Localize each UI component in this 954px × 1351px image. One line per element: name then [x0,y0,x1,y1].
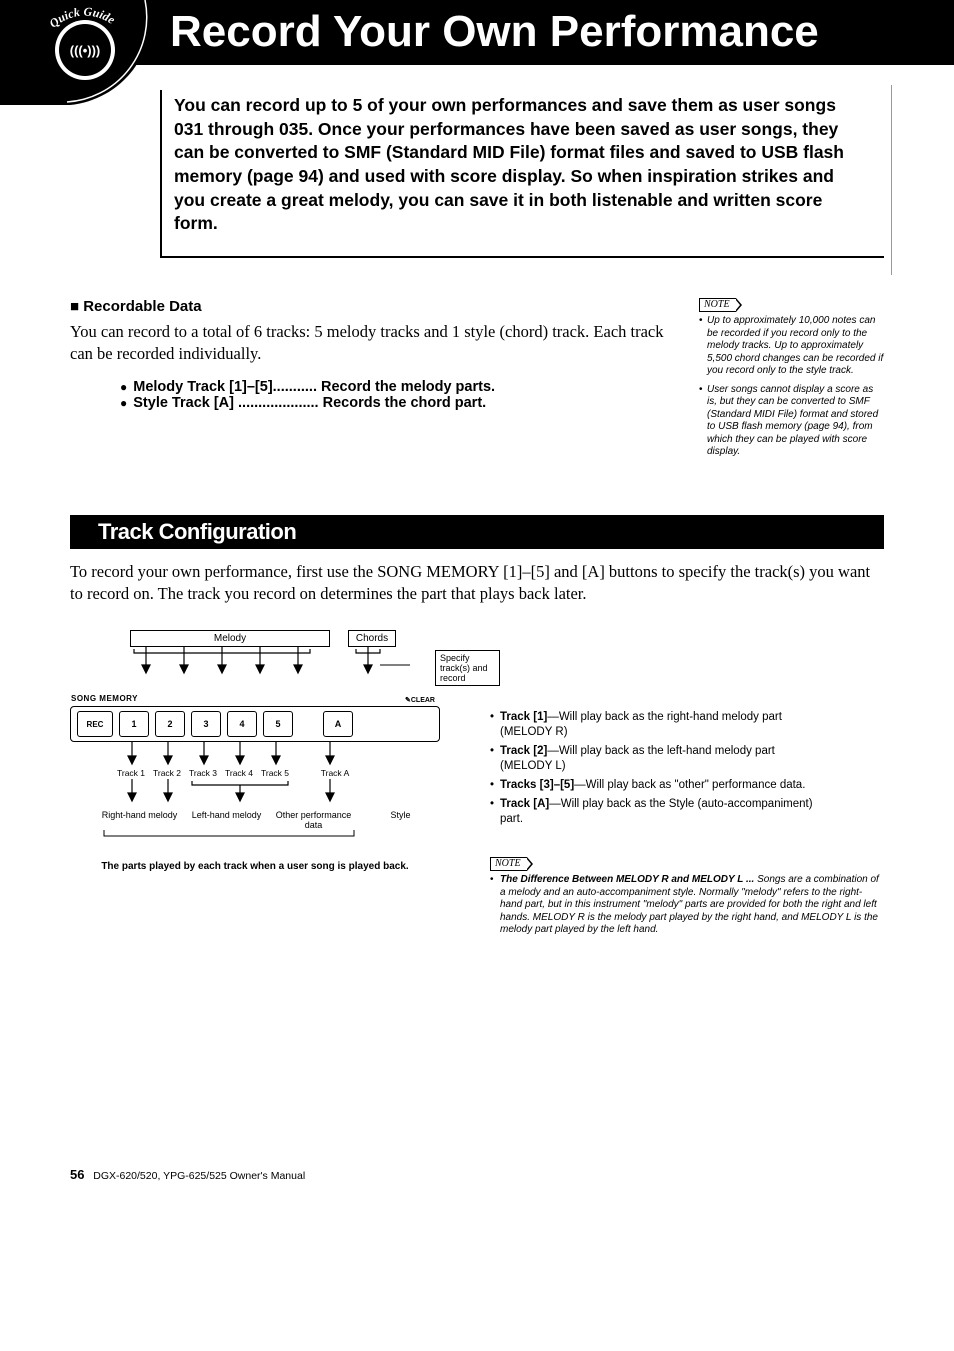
intro-text: You can record up to 5 of your own perfo… [174,94,864,236]
track-config-body: To record your own performance, first us… [70,561,884,606]
list-item: Tracks [3]–[5]—Will play back as "other"… [490,778,820,793]
list-item: Track [2]—Will play back as the left-han… [490,744,820,774]
note-item: User songs cannot display a score as is,… [707,384,884,459]
list-item: Track [A]—Will play back as the Style (a… [490,797,820,827]
style-track-line: Style Track [A] .................... Rec… [120,395,679,411]
button-panel: SONG MEMORY ✎CLEAR REC 1 2 3 4 5 A [70,706,440,742]
page-footer: 56 DGX-620/520, YPG-625/525 Owner's Manu… [70,1167,884,1182]
svg-text:(((•))): (((•))) [70,43,101,58]
track-label: Track 2 [152,769,182,778]
rec-button: REC [77,711,113,737]
diagram-caption: The parts played by each track when a us… [70,861,440,872]
manual-name: DGX-620/520, YPG-625/525 Owner's Manual [93,1170,305,1182]
button-a: A [323,711,353,737]
track-descriptions: Track [1]—Will play back as the right-ha… [490,710,820,827]
track-label: Track 4 [224,769,254,778]
track-label: Track 5 [260,769,290,778]
button-2: 2 [155,711,185,737]
page-number: 56 [70,1167,84,1182]
bottom-label: Style [361,810,440,830]
note-item: Up to approximately 10,000 notes can be … [707,315,884,378]
note2-title: The Difference Between MELODY R and MELO… [500,874,754,885]
track-diagram: Melody Chords Specify track(s) and recor… [70,630,440,871]
bottom-label: Left-hand melody [187,810,266,830]
intro-box: You can record up to 5 of your own perfo… [160,90,884,258]
clear-label: ✎CLEAR [405,696,435,704]
note-box-2: NOTE The Difference Between MELODY R and… [490,857,884,937]
track-label: Track 1 [116,769,146,778]
track-label: Track A [320,769,350,778]
bottom-label: Other performance data [274,810,353,830]
note-label: NOTE [490,857,527,872]
chords-label-box: Chords [348,630,396,647]
button-3: 3 [191,711,221,737]
button-5: 5 [263,711,293,737]
track-assignments: Melody Track [1]–[5]........... Record t… [120,379,679,411]
melody-label-box: Melody [130,630,330,647]
track-label: Track 3 [188,769,218,778]
button-1: 1 [119,711,149,737]
note-box-1: NOTE Up to approximately 10,000 notes ca… [699,298,884,465]
specify-box: Specify track(s) and record [435,650,500,686]
song-memory-label: SONG MEMORY [71,694,138,703]
recordable-body: You can record to a total of 6 tracks: 5… [70,321,679,366]
note-label: NOTE [699,298,736,313]
button-4: 4 [227,711,257,737]
melody-track-line: Melody Track [1]–[5]........... Record t… [120,379,679,395]
quick-guide-badge: (((•))) Quick Guide [0,0,150,105]
track-config-heading: Track Configuration [70,515,884,549]
list-item: Track [1]—Will play back as the right-ha… [490,710,820,740]
recordable-heading: ■ Recordable Data [70,298,679,315]
bottom-label: Right-hand melody [100,810,179,830]
